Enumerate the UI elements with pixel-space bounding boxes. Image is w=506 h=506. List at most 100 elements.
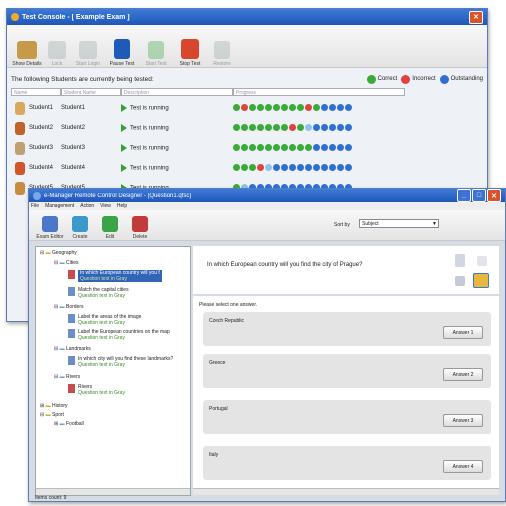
menu-help[interactable]: Help (117, 203, 127, 209)
tree-node[interactable]: Match the capital cities Question text in… (68, 287, 129, 299)
exam-editor-button[interactable]: Exam Editor (35, 216, 65, 240)
question-tree[interactable]: ⊟ ▬ Geography ⊟ ▬ Cities In which Europe… (35, 246, 191, 496)
tree-node[interactable]: In which city will you find these landma… (68, 356, 178, 370)
menu-management[interactable]: Management (45, 203, 74, 209)
show-details-button[interactable]: Show Details (11, 41, 43, 67)
tree-node[interactable]: ⊞ ▬ History (40, 403, 68, 409)
close-icon[interactable]: ✕ (469, 10, 483, 24)
students-heading-bar: The following Students are currently bei… (11, 73, 483, 85)
designer-window: e-Manager Remote Control Designer - [Que… (28, 188, 506, 502)
designer-titlebar[interactable]: e-Manager Remote Control Designer - [Que… (29, 189, 505, 202)
progress-dot (289, 103, 296, 111)
delete-button[interactable]: Delete (125, 216, 155, 240)
progress-dot (321, 123, 328, 131)
restore-icon (214, 41, 230, 59)
progress-dot (305, 103, 312, 111)
menu-action[interactable]: Action (80, 203, 94, 209)
student-id: Student4 (29, 165, 54, 171)
progress-dot (313, 123, 320, 131)
status-cell: Test is running (121, 104, 233, 112)
progress-dot (273, 103, 280, 111)
question-image-icon[interactable] (455, 254, 465, 267)
progress-dot (313, 103, 320, 111)
minimize-icon[interactable]: _ (457, 189, 471, 202)
sort-dropdown[interactable]: Subject ▼ (359, 219, 439, 228)
stop-test-button[interactable]: Stop Test (173, 39, 207, 67)
progress-dot (329, 123, 336, 131)
play-icon (121, 144, 127, 152)
table-row[interactable]: Student3 Student3 Test is running (11, 138, 481, 158)
table-row[interactable]: Student1 Student1 Test is running (11, 98, 481, 118)
create-button[interactable]: Create (65, 216, 95, 240)
folder-icon: ▬ (59, 374, 65, 380)
tree-node[interactable]: ⊟ ▬ Landmarks (54, 346, 91, 352)
progress-dot (249, 103, 256, 111)
app-icon (11, 13, 19, 21)
answer-text: Italy (209, 452, 219, 458)
menu-file[interactable]: File (31, 203, 39, 209)
folder-icon: ▬ (45, 250, 51, 256)
progress-dot (297, 143, 304, 151)
tree-node-selected[interactable]: In which European country will you find … (68, 270, 162, 284)
answer-option[interactable]: Czech Republic Answer 1 (203, 312, 491, 346)
student-id: Student3 (29, 145, 54, 151)
column-description[interactable]: Description (121, 88, 233, 96)
answer-option[interactable]: Greece Answer 2 (203, 354, 491, 388)
answer-option[interactable]: Italy Answer 4 (203, 446, 491, 480)
tree-node[interactable]: ⊟ ▬ Rivers (54, 374, 80, 380)
designer-toolbar: Exam Editor Create Edit Delete Sort by S… (29, 210, 505, 241)
test-console-toolbar: Show Details Lock Start Login Pause Test… (7, 25, 487, 68)
tree-node[interactable]: ⊟ ▬ Cities (54, 260, 79, 266)
tree-node[interactable]: ⊟ ▬ Borders (54, 304, 84, 310)
progress-legend: Correct Incorrect Outstanding (363, 74, 483, 84)
column-name[interactable]: Name (11, 88, 61, 96)
table-row[interactable]: Student4 Student4 Test is running (11, 158, 481, 178)
maximize-icon[interactable]: □ (472, 189, 486, 202)
column-student-name[interactable]: Student Name (61, 88, 121, 96)
column-progress[interactable]: Progress (233, 88, 405, 96)
test-console-titlebar[interactable]: Test Console - [ Example Exam ] ✕ (7, 9, 487, 25)
answer-2-button[interactable]: Answer 2 (443, 368, 483, 381)
progress-dot (257, 103, 264, 111)
progress-dot (297, 163, 304, 171)
progress-dot (273, 123, 280, 131)
question-icon (68, 356, 75, 365)
answer-1-button[interactable]: Answer 1 (443, 326, 483, 339)
start-login-button[interactable]: Start Login (71, 41, 105, 67)
tree-node[interactable]: Label the European countries on the map Q… (68, 329, 178, 343)
menu-view[interactable]: View (100, 203, 111, 209)
progress-dot (241, 143, 248, 151)
start-test-button[interactable]: Start Test (139, 41, 173, 67)
progress-dot (337, 123, 344, 131)
restore-button[interactable]: Restore (207, 41, 237, 67)
pause-test-button[interactable]: Pause Test (105, 39, 139, 67)
answer-text: Portugal (209, 406, 228, 412)
question-print-icon[interactable] (455, 276, 465, 286)
tree-node[interactable]: ⊟ ▬ Geography (40, 250, 77, 256)
progress-dot (265, 123, 272, 131)
progress-dot (265, 103, 272, 111)
answer-3-button[interactable]: Answer 3 (443, 414, 483, 427)
tree-node[interactable]: Rivers Question text in Gray (68, 384, 125, 396)
progress-dot (313, 143, 320, 151)
tree-node[interactable]: ⊟ ▬ Sport (40, 412, 64, 418)
answer-option[interactable]: Portugal Answer 3 (203, 400, 491, 434)
student-name: Student1 (61, 105, 86, 111)
tree-node[interactable]: Label the areas of the image Question tex… (68, 314, 141, 326)
progress-dot (321, 163, 328, 171)
question-audio-icon[interactable] (477, 256, 487, 266)
folder-icon: ▬ (45, 412, 51, 418)
lock-button[interactable]: Lock (43, 41, 71, 67)
answers-scrollbar[interactable] (193, 488, 499, 495)
answer-4-button[interactable]: Answer 4 (443, 460, 483, 473)
progress-dot (289, 143, 296, 151)
close-icon[interactable]: ✕ (487, 189, 501, 202)
tree-node[interactable]: ⊞ ▬ Football (54, 421, 84, 427)
tree-scrollbar[interactable] (36, 488, 190, 495)
edit-button[interactable]: Edit (95, 216, 125, 240)
sort-label: Sort by (334, 222, 350, 228)
status-cell: Test is running (121, 164, 233, 172)
question-map-icon[interactable] (473, 273, 489, 288)
table-row[interactable]: Student2 Student2 Test is running (11, 118, 481, 138)
window-title: Test Console - [ Example Exam ] (22, 13, 130, 21)
